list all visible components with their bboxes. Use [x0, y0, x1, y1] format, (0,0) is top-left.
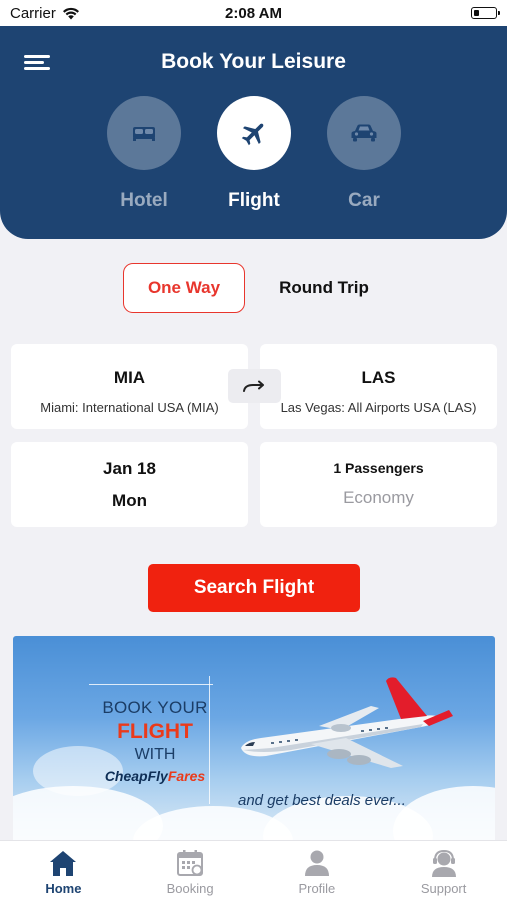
tab-hotel[interactable]: Hotel — [106, 96, 182, 212]
destination-card[interactable]: LAS Las Vegas: All Airports USA (LAS) — [260, 344, 497, 429]
swap-arrow-icon — [242, 380, 264, 392]
banner-line-3: WITH — [134, 746, 176, 763]
search-flight-button[interactable]: Search Flight — [148, 564, 360, 612]
airplane-icon — [241, 123, 264, 146]
wifi-icon — [62, 7, 79, 19]
cabin-class: Economy — [343, 488, 414, 507]
page-title: Book Your Leisure — [161, 50, 346, 73]
flight-circle — [217, 96, 291, 170]
banner-tagline: and get best deals ever... — [238, 792, 406, 809]
airplane-illustration — [241, 677, 453, 768]
destination-code: LAS — [361, 368, 396, 387]
headset-icon — [431, 849, 456, 877]
passenger-count: 1 Passengers — [333, 460, 424, 476]
banner-line-1: BOOK YOUR — [102, 698, 208, 717]
origin-code: MIA — [113, 368, 146, 387]
departure-weekday: Mon — [112, 491, 147, 510]
car-circle — [327, 96, 401, 170]
promo-banner[interactable]: BOOK YOUR FLIGHT WITH CheapFlyFares and … — [13, 636, 495, 840]
tab-car[interactable]: Car — [326, 96, 402, 212]
calendar-icon — [177, 850, 204, 876]
tab-flight-label: Flight — [228, 190, 280, 211]
status-left: Carrier — [10, 5, 80, 22]
header: Book Your Leisure Hotel Flight Car — [0, 26, 507, 239]
brand-part-1: CheapFly — [104, 768, 168, 784]
tab-hotel-label: Hotel — [120, 190, 168, 211]
nav-home[interactable]: Home — [0, 841, 127, 900]
bottom-nav: Home Booking Profile Support — [0, 840, 507, 900]
banner-promo-text: BOOK YOUR FLIGHT WITH CheapFlyFares — [95, 678, 215, 808]
nav-support-label: Support — [420, 881, 467, 896]
banner-brand: CheapFlyFares — [95, 768, 215, 784]
round-trip-button[interactable]: Round Trip — [262, 263, 386, 313]
banner-line-2: FLIGHT — [117, 720, 193, 743]
date-card[interactable]: Jan 18 Mon — [11, 442, 248, 527]
car-icon — [351, 124, 377, 142]
nav-home-label: Home — [45, 881, 82, 896]
swap-route-button[interactable] — [228, 369, 281, 403]
bed-icon — [133, 127, 155, 141]
departure-date: Jan 18 — [103, 459, 156, 478]
tab-flight[interactable]: Flight — [216, 96, 292, 212]
nav-support[interactable]: Support — [380, 841, 507, 900]
carrier-label: Carrier — [10, 4, 56, 22]
battery-icon — [471, 7, 500, 19]
origin-airport: Miami: International USA (MIA) — [40, 400, 219, 415]
person-icon — [304, 850, 329, 876]
tab-car-label: Car — [348, 190, 380, 211]
hotel-circle — [107, 96, 181, 170]
passengers-card[interactable]: 1 Passengers Economy — [260, 442, 497, 527]
origin-card[interactable]: MIA Miami: International USA (MIA) — [11, 344, 248, 429]
nav-profile-label: Profile — [298, 881, 336, 896]
status-bar: Carrier 2:08 AM — [0, 0, 507, 26]
nav-booking[interactable]: Booking — [127, 841, 254, 900]
destination-airport: Las Vegas: All Airports USA (LAS) — [280, 400, 477, 415]
nav-booking-label: Booking — [166, 881, 214, 896]
brand-part-2: Fares — [167, 768, 206, 784]
nav-profile[interactable]: Profile — [254, 841, 381, 900]
one-way-button[interactable]: One Way — [123, 263, 245, 313]
home-icon — [50, 851, 77, 876]
